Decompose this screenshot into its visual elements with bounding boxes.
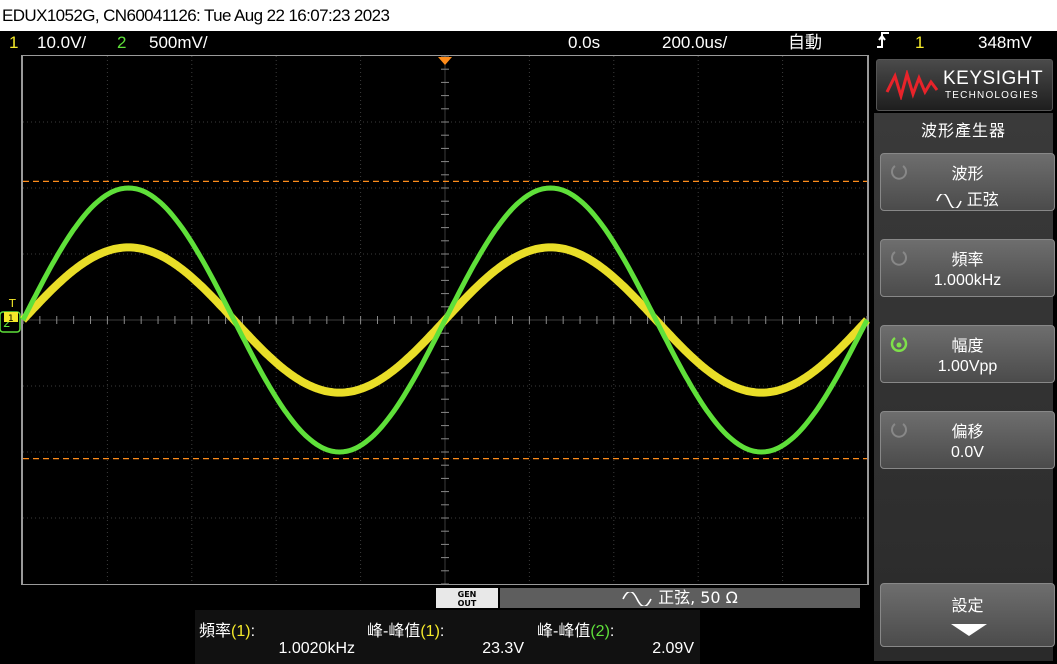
ch1-number[interactable]: 1 — [9, 31, 18, 55]
softkey-offset[interactable]: 偏移 0.0V — [880, 411, 1055, 469]
measurement-2-name: 峰-峰值 — [537, 623, 591, 640]
softkey-waveform-value: 正弦 — [881, 186, 1054, 210]
softkey-waveform-label: 波形 — [951, 164, 984, 183]
time-scale[interactable]: 200.0us/ — [662, 31, 727, 55]
brand-name: KEYSIGHT — [943, 68, 1044, 89]
measurement-0-channel: (1) — [231, 623, 251, 640]
waveform-display[interactable]: 2 1 T — [0, 54, 870, 586]
measurement-1-name: 峰-峰值 — [367, 623, 421, 640]
trigger-source[interactable]: 1 — [915, 31, 924, 55]
softkey-frequency[interactable]: 頻率 1.000kHz — [880, 239, 1055, 297]
measurement-0-value: 1.0020kHz — [278, 640, 356, 657]
menu-title: 波形產生器 — [920, 121, 1006, 140]
gen-out-line1: GEN — [457, 590, 477, 599]
sine-wave-icon — [936, 192, 963, 210]
title-text: EDUX1052G, CN60041126: Tue Aug 22 16:07:… — [2, 6, 390, 25]
keysight-logo: KEYSIGHT TECHNOLOGIES — [876, 59, 1053, 111]
brand-subtitle: TECHNOLOGIES — [945, 90, 1039, 101]
status-bar: 1 10.0V/ 2 500mV/ 0.0s 200.0us/ 自動 1 348… — [0, 31, 1057, 55]
trigger-level-marker: T — [8, 297, 16, 310]
softkey-waveform[interactable]: 波形 正弦 — [880, 153, 1055, 211]
sine-wave-icon — [622, 590, 652, 607]
softkey-offset-label: 偏移 — [951, 422, 984, 441]
measurement-2-suffix: : — [609, 623, 615, 640]
softkey-amplitude-label: 幅度 — [951, 336, 984, 355]
ch2-scale[interactable]: 500mV/ — [149, 31, 208, 55]
gen-out-line2: OUT — [457, 599, 477, 608]
waveform-type-text: 正弦 — [966, 192, 999, 209]
title-bar: EDUX1052G, CN60041126: Tue Aug 22 16:07:… — [0, 0, 1057, 31]
measurement-1-label[interactable]: 峰-峰值(1): — [367, 617, 444, 641]
softkey-settings-label: 設定 — [951, 596, 984, 615]
measurement-1-suffix: : — [439, 623, 445, 640]
arrow-down-icon — [951, 624, 987, 636]
measurement-2-label[interactable]: 峰-峰值(2): — [537, 617, 614, 641]
generator-status: 正弦, 50 Ω — [500, 588, 860, 608]
bottom-bar: GEN OUT 正弦, 50 Ω 頻率(1): 1.0020kHz 峰-峰值(1… — [0, 585, 870, 664]
softkey-panel: KEYSIGHT TECHNOLOGIES 波形產生器 波形 正弦 頻率 1.0… — [870, 55, 1057, 664]
ground-markers: 2 1 T — [0, 297, 21, 333]
measurement-0-label[interactable]: 頻率(1): — [199, 617, 255, 641]
generator-status-text: 正弦, 50 Ω — [658, 588, 738, 607]
trigger-mode[interactable]: 自動 — [788, 31, 822, 55]
trigger-level[interactable]: 348mV — [978, 31, 1032, 55]
softkey-amplitude-value: 1.00Vpp — [937, 358, 998, 375]
softkey-amplitude[interactable]: 幅度 1.00Vpp — [880, 325, 1055, 383]
rising-edge-icon — [876, 31, 890, 56]
ch1-scale[interactable]: 10.0V/ — [37, 31, 86, 55]
softkey-frequency-value: 1.000kHz — [933, 272, 1002, 289]
measurement-0-name: 頻率 — [199, 623, 232, 640]
ch2-number[interactable]: 2 — [117, 31, 126, 55]
softkey-offset-value: 0.0V — [951, 444, 984, 461]
time-delay[interactable]: 0.0s — [568, 31, 600, 55]
softkey-settings[interactable]: 設定 — [880, 583, 1055, 647]
measurement-1-channel: (1) — [420, 623, 440, 640]
softkey-frequency-label: 頻率 — [951, 250, 984, 269]
waveform-graticule: 2 1 T — [0, 54, 870, 586]
gen-out-badge[interactable]: GEN OUT — [436, 588, 498, 608]
measurement-2-value: 2.09V — [652, 640, 694, 657]
measurement-2-channel: (2) — [590, 623, 610, 640]
measurement-1-value: 23.3V — [482, 640, 524, 657]
ch1-ground-label: 1 — [8, 314, 14, 324]
keysight-wave-icon — [885, 70, 939, 100]
measurement-0-suffix: : — [250, 623, 256, 640]
